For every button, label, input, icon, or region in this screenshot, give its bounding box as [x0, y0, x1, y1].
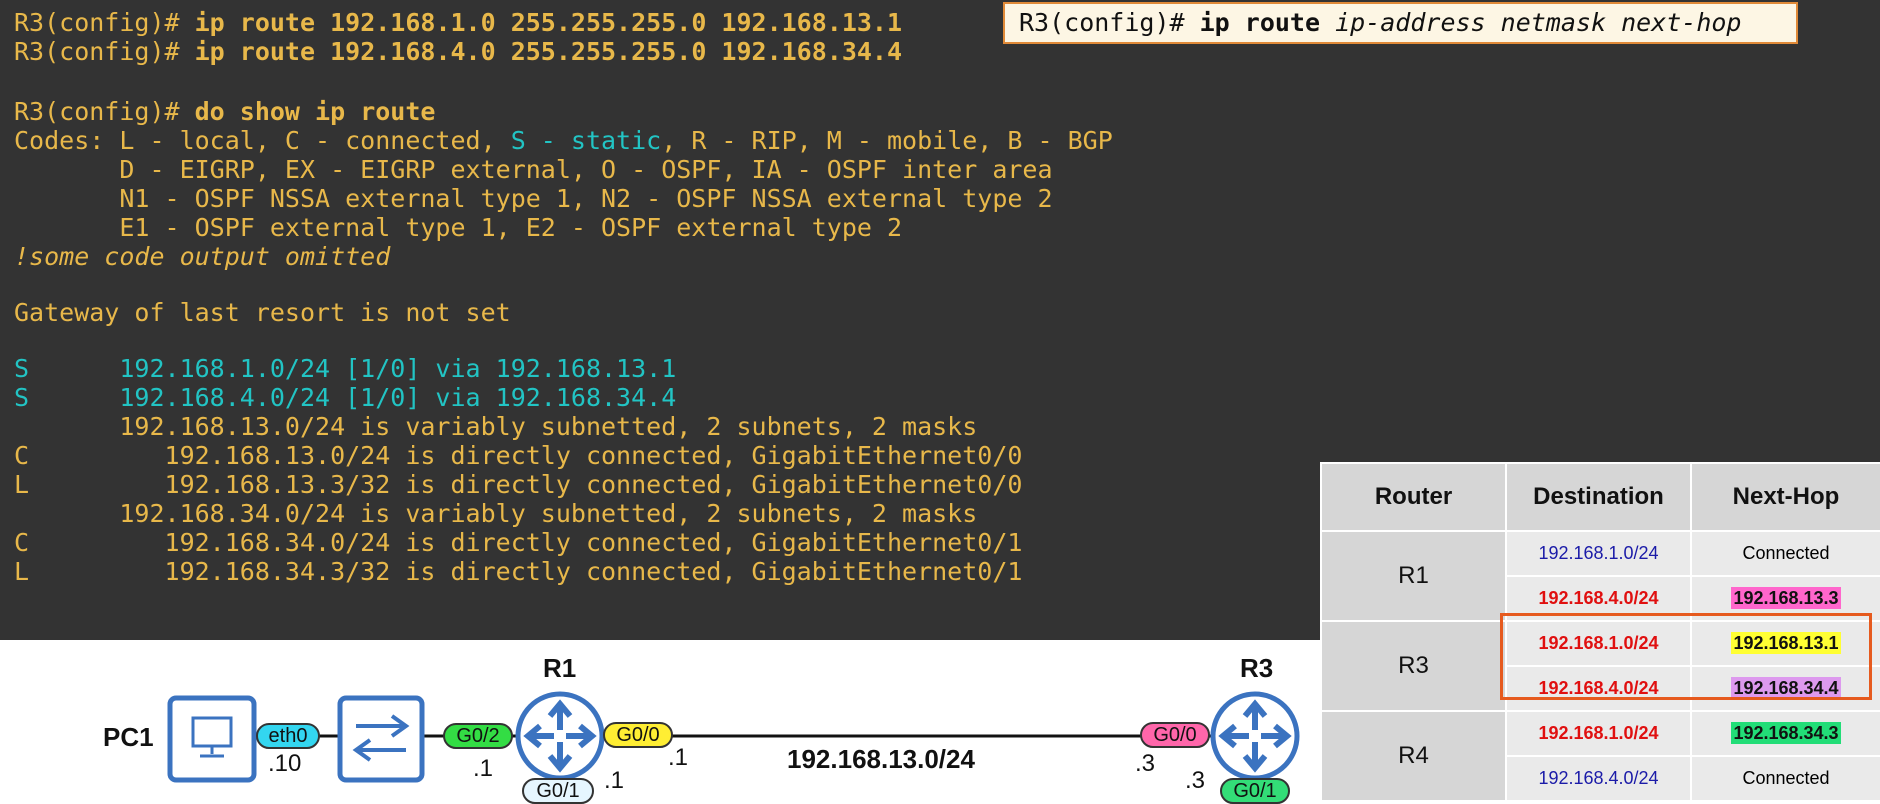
table-row: R1 192.168.1.0/24 Connected	[1320, 530, 1880, 622]
syntax-command: ip route	[1199, 8, 1336, 37]
r1-g01-address: .1	[604, 767, 625, 794]
r3-label: R3	[1240, 653, 1274, 683]
terminal-line: R3(config)# ip route 192.168.4.0 255.255…	[14, 37, 902, 66]
command-syntax-box: R3(config)# ip route ip-address netmask …	[1003, 2, 1798, 44]
terminal-line: R3(config)# ip route 192.168.1.0 255.255…	[14, 8, 902, 37]
r1-label: R1	[543, 653, 577, 683]
router-r1-icon[interactable]	[515, 691, 605, 781]
pc1-label: PC1	[103, 722, 154, 752]
r1-g00-address: .1	[668, 744, 689, 771]
next-hop-highlight: 192.168.34.3	[1731, 722, 1841, 744]
network-diagram: PC1 eth0 .10 R1 G0/2 .1 G0/0 .1 G0/1 .1 …	[0, 640, 1320, 804]
prompt: R3(config)#	[14, 97, 195, 126]
r1-g00-interface[interactable]: G0/0	[603, 722, 673, 748]
router-r3: R3	[1320, 620, 1507, 712]
prompt: R3(config)#	[14, 37, 195, 66]
r3-highlight-box	[1500, 613, 1872, 700]
route-line: 192.168.13.0/24 is variably subnetted, 2…	[14, 412, 978, 441]
pc-icon[interactable]	[167, 695, 257, 783]
r3-g01-address: .3	[1185, 767, 1206, 794]
command: ip route 192.168.4.0 255.255.255.0 192.1…	[194, 37, 903, 66]
header-destination: Destination	[1505, 462, 1692, 532]
route-line: L 192.168.13.3/32 is directly connected,…	[14, 470, 1023, 499]
codes-text: , R - RIP, M - mobile, B - BGP	[661, 126, 1113, 155]
destination-cell: 192.168.1.0/24	[1505, 710, 1692, 757]
next-hop-cell: 192.168.34.3	[1690, 710, 1880, 757]
pc-address: .10	[268, 750, 302, 777]
destination-cell: 192.168.1.0/24	[1505, 530, 1692, 577]
router-r4: R4	[1320, 710, 1507, 802]
next-hop-highlight: 192.168.13.3	[1731, 587, 1841, 609]
syntax-args: ip-address netmask next-hop	[1335, 8, 1742, 37]
codes-text: Codes: L - local, C - connected,	[14, 126, 511, 155]
switch-icon[interactable]	[337, 695, 425, 783]
route-line: 192.168.34.0/24 is variably subnetted, 2…	[14, 499, 978, 528]
route-line: S 192.168.1.0/24 [1/0] via 192.168.13.1	[14, 354, 677, 383]
header-next-hop: Next-Hop	[1690, 462, 1880, 532]
next-hop-cell: Connected	[1690, 530, 1880, 577]
table-row: R4 192.168.1.0/24 192.168.34.3	[1320, 710, 1880, 802]
codes-line: Codes: L - local, C - connected, S - sta…	[14, 126, 1113, 155]
omitted-note: !some code output omitted	[14, 242, 391, 271]
table-header-row: Router Destination Next-Hop	[1320, 462, 1880, 532]
codes-line: D - EIGRP, EX - EIGRP external, O - OSPF…	[14, 155, 1053, 184]
r1-g02-interface[interactable]: G0/2	[443, 723, 513, 749]
syntax-prompt: R3(config)#	[1019, 8, 1200, 37]
router-r3-icon[interactable]	[1210, 691, 1300, 781]
r3-g00-interface[interactable]: G0/0	[1140, 722, 1210, 748]
codes-static: S - static	[510, 126, 662, 155]
command: ip route 192.168.1.0 255.255.255.0 192.1…	[194, 8, 903, 37]
route-line: L 192.168.34.3/32 is directly connected,…	[14, 557, 1023, 586]
router-r1: R1	[1320, 530, 1507, 622]
subnet-label: 192.168.13.0/24	[787, 744, 975, 774]
route-line: S 192.168.4.0/24 [1/0] via 192.168.34.4	[14, 383, 677, 412]
codes-line: E1 - OSPF external type 1, E2 - OSPF ext…	[14, 213, 903, 242]
r3-g00-address: .3	[1135, 750, 1156, 777]
header-router: Router	[1320, 462, 1507, 532]
r1-g01-interface[interactable]: G0/1	[522, 778, 594, 804]
diagram-canvas	[167, 691, 1300, 783]
codes-line: N1 - OSPF NSSA external type 1, N2 - OSP…	[14, 184, 1053, 213]
next-hop-cell: Connected	[1690, 755, 1880, 802]
destination-cell: 192.168.4.0/24	[1505, 755, 1692, 802]
command: do show ip route	[194, 97, 436, 126]
route-line: C 192.168.34.0/24 is directly connected,…	[14, 528, 1023, 557]
r1-g02-address: .1	[473, 755, 494, 782]
terminal-line: R3(config)# do show ip route	[14, 97, 435, 126]
route-line: C 192.168.13.0/24 is directly connected,…	[14, 441, 1023, 470]
r3-g01-interface[interactable]: G0/1	[1220, 778, 1290, 804]
gateway-line: Gateway of last resort is not set	[14, 298, 511, 327]
prompt: R3(config)#	[14, 8, 195, 37]
pc-eth0-interface[interactable]: eth0	[256, 723, 320, 749]
